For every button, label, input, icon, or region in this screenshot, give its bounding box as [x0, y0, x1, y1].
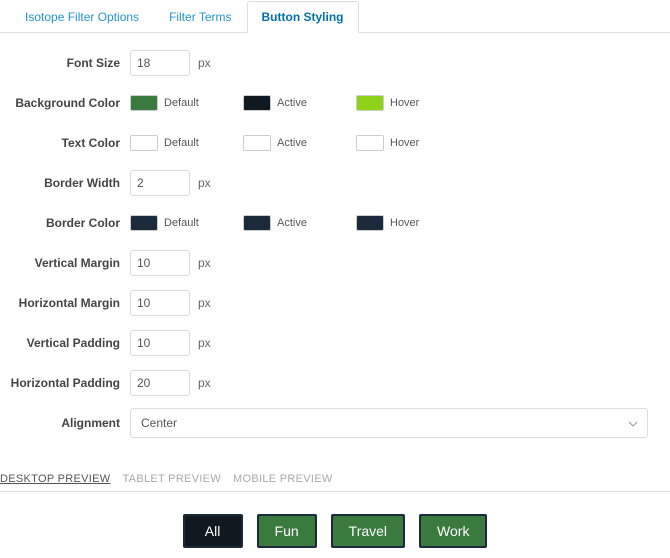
label-active: Active	[277, 137, 307, 149]
label-vertical-margin: Vertical Margin	[10, 256, 130, 270]
unit-px: px	[198, 56, 211, 70]
unit-px: px	[198, 256, 211, 270]
swatch-bg-hover[interactable]	[356, 95, 384, 111]
label-vertical-padding: Vertical Padding	[10, 336, 130, 350]
select-wrap-alignment: Center	[130, 408, 648, 438]
textcolor-active-group: Active	[243, 135, 348, 151]
swatch-border-hover[interactable]	[356, 215, 384, 231]
unit-px: px	[198, 376, 211, 390]
label-active: Active	[277, 217, 307, 229]
label-text-color: Text Color	[10, 136, 130, 150]
label-default: Default	[164, 137, 199, 149]
label-border-color: Border Color	[10, 216, 130, 230]
preview-tab-desktop[interactable]: DESKTOP PREVIEW	[0, 473, 110, 485]
label-hover: Hover	[390, 137, 419, 149]
filter-button-travel[interactable]: Travel	[331, 514, 405, 548]
label-horizontal-margin: Horizontal Margin	[10, 296, 130, 310]
input-vertical-margin[interactable]	[130, 250, 190, 276]
unit-px: px	[198, 336, 211, 350]
label-border-width: Border Width	[10, 176, 130, 190]
bordercolor-default-group: Default	[130, 215, 235, 231]
tab-filter-terms[interactable]: Filter Terms	[154, 1, 246, 33]
label-default: Default	[164, 97, 199, 109]
row-background-color: Background Color Default Active Hover	[10, 83, 660, 123]
select-alignment[interactable]: Center	[130, 408, 648, 438]
row-vertical-margin: Vertical Margin px	[10, 243, 660, 283]
label-active: Active	[277, 97, 307, 109]
label-font-size: Font Size	[10, 56, 130, 70]
row-horizontal-padding: Horizontal Padding px	[10, 363, 660, 403]
preview-tab-tablet[interactable]: TABLET PREVIEW	[122, 473, 221, 485]
tabs-bar: Isotope Filter Options Filter Terms Butt…	[0, 0, 670, 33]
input-border-width[interactable]	[130, 170, 190, 196]
tab-isotope-options[interactable]: Isotope Filter Options	[10, 1, 154, 33]
row-vertical-padding: Vertical Padding px	[10, 323, 660, 363]
textcolor-default-group: Default	[130, 135, 235, 151]
row-font-size: Font Size px	[10, 43, 660, 83]
input-vertical-padding[interactable]	[130, 330, 190, 356]
preview-area: All Fun Travel Work	[0, 492, 670, 558]
swatch-bg-default[interactable]	[130, 95, 158, 111]
label-alignment: Alignment	[10, 416, 130, 430]
preview-tabs: DESKTOP PREVIEW TABLET PREVIEW MOBILE PR…	[0, 443, 670, 492]
input-horizontal-padding[interactable]	[130, 370, 190, 396]
filter-button-all[interactable]: All	[183, 514, 243, 548]
swatch-border-active[interactable]	[243, 215, 271, 231]
bgcolor-hover-group: Hover	[356, 95, 461, 111]
input-horizontal-margin[interactable]	[130, 290, 190, 316]
bgcolor-default-group: Default	[130, 95, 235, 111]
swatch-bg-active[interactable]	[243, 95, 271, 111]
row-horizontal-margin: Horizontal Margin px	[10, 283, 660, 323]
unit-px: px	[198, 296, 211, 310]
input-font-size[interactable]	[130, 50, 190, 76]
row-text-color: Text Color Default Active Hover	[10, 123, 660, 163]
textcolor-hover-group: Hover	[356, 135, 461, 151]
swatch-text-default[interactable]	[130, 135, 158, 151]
label-hover: Hover	[390, 97, 419, 109]
swatch-border-default[interactable]	[130, 215, 158, 231]
form-panel: Font Size px Background Color Default Ac…	[0, 33, 670, 443]
row-border-color: Border Color Default Active Hover	[10, 203, 660, 243]
row-border-width: Border Width px	[10, 163, 660, 203]
bordercolor-active-group: Active	[243, 215, 348, 231]
row-alignment: Alignment Center	[10, 403, 660, 443]
label-background-color: Background Color	[10, 96, 130, 110]
bordercolor-hover-group: Hover	[356, 215, 461, 231]
filter-button-fun[interactable]: Fun	[257, 514, 317, 548]
swatch-text-hover[interactable]	[356, 135, 384, 151]
tab-button-styling[interactable]: Button Styling	[247, 1, 359, 33]
label-horizontal-padding: Horizontal Padding	[10, 376, 130, 390]
swatch-text-active[interactable]	[243, 135, 271, 151]
label-hover: Hover	[390, 217, 419, 229]
unit-px: px	[198, 176, 211, 190]
bgcolor-active-group: Active	[243, 95, 348, 111]
filter-button-work[interactable]: Work	[419, 514, 487, 548]
label-default: Default	[164, 217, 199, 229]
preview-tab-mobile[interactable]: MOBILE PREVIEW	[233, 473, 333, 485]
